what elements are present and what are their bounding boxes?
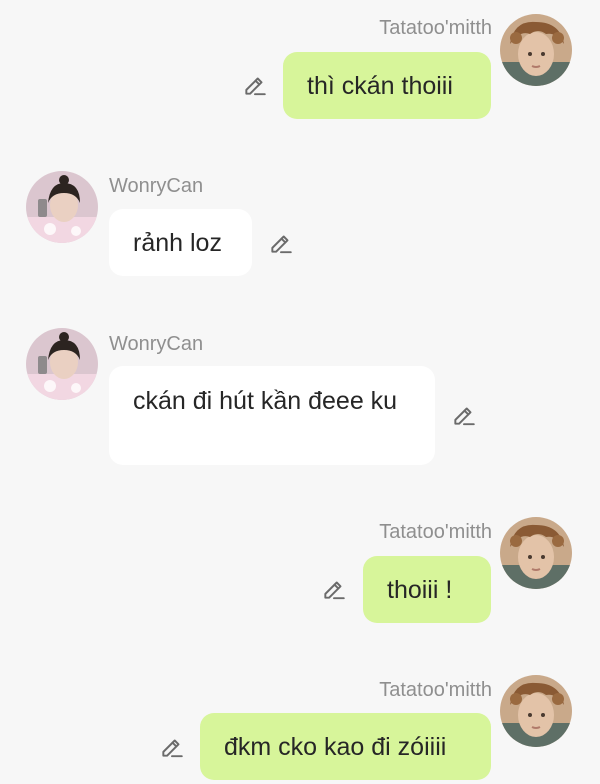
sender-name: Tatatoo'mitth bbox=[379, 679, 492, 701]
avatar[interactable] bbox=[500, 675, 572, 747]
message-bubble[interactable]: thoiii ! bbox=[363, 556, 491, 623]
edit-icon[interactable] bbox=[321, 576, 347, 602]
sender-name: WonryCan bbox=[109, 333, 204, 355]
sender-name: Tatatoo'mitth bbox=[379, 521, 492, 543]
sender-name: WonryCan bbox=[109, 175, 204, 197]
message-bubble[interactable]: ckán đi hút kần đeee ku bbox=[109, 366, 435, 465]
message-text: thoiii ! bbox=[387, 576, 453, 604]
message-text: rảnh loz bbox=[133, 229, 222, 257]
chat-screen: { "messages": [ {"sender": "Tatatoo'mitt… bbox=[0, 0, 600, 784]
edit-icon[interactable] bbox=[451, 402, 477, 428]
avatar[interactable] bbox=[500, 517, 572, 589]
message-text: đkm cko kao đi zóiiii bbox=[224, 733, 447, 761]
edit-icon[interactable] bbox=[268, 230, 294, 256]
edit-icon[interactable] bbox=[159, 734, 185, 760]
edit-icon[interactable] bbox=[242, 72, 268, 98]
message-text: ckán đi hút kần đeee ku bbox=[133, 387, 398, 415]
message-bubble[interactable]: đkm cko kao đi zóiiii bbox=[200, 713, 491, 780]
avatar[interactable] bbox=[500, 14, 572, 86]
message-bubble[interactable]: thì ckán thoiii bbox=[283, 52, 491, 119]
avatar[interactable] bbox=[26, 328, 98, 400]
sender-name: Tatatoo'mitth bbox=[379, 17, 492, 39]
message-text: thì ckán thoiii bbox=[307, 72, 453, 100]
avatar[interactable] bbox=[26, 171, 98, 243]
message-bubble[interactable]: rảnh loz bbox=[109, 209, 252, 276]
